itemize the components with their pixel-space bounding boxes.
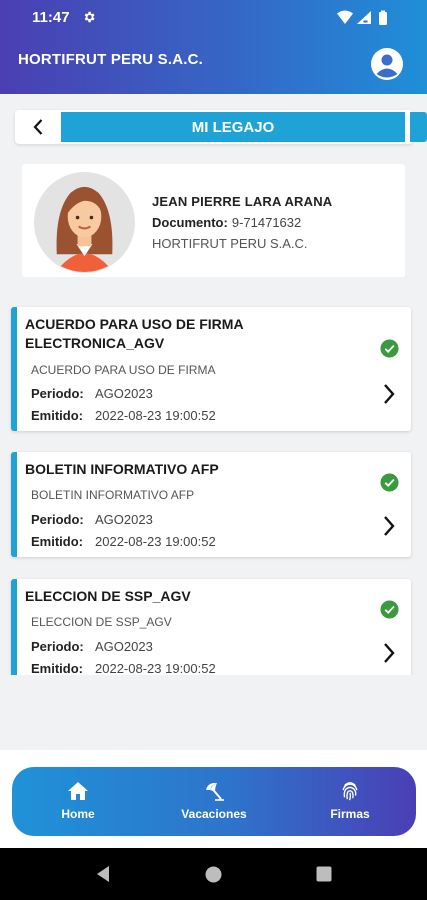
nav-vacations[interactable]: Vacaciones (159, 781, 269, 823)
nav-home-label: Home (61, 807, 95, 821)
user-account-icon[interactable] (370, 47, 404, 81)
chevron-right-icon[interactable] (381, 515, 397, 537)
period-value: AGO2023 (95, 386, 153, 401)
home-circle-icon[interactable] (205, 866, 222, 883)
document-subtitle: ELECCION DE SSP_AGV (31, 615, 172, 629)
app-header: 11:47 HORTIFRUT PERU S.A.C. (0, 0, 427, 94)
period-label: Periodo: (31, 639, 84, 654)
document-label: Documento: (152, 215, 228, 230)
chevron-right-icon[interactable] (381, 642, 397, 664)
nav-vacations-label: Vacaciones (181, 807, 247, 821)
nav-home[interactable]: Home (23, 781, 133, 823)
document-card[interactable]: ACUERDO PARA USO DE FIRMA ELECTRONICA_AG… (11, 307, 411, 431)
document-value: 9-71471632 (231, 215, 302, 230)
status-time: 11:47 (32, 9, 70, 26)
period-value: AGO2023 (95, 512, 153, 527)
recents-square-icon[interactable] (316, 866, 332, 882)
wifi-icon (337, 10, 353, 24)
back-triangle-icon[interactable] (95, 865, 111, 883)
page-title: MI LEGAJO (191, 118, 275, 136)
beach-umbrella-icon (206, 782, 224, 801)
document-issued: Emitido: 2022-08-23 19:00:52 (31, 534, 216, 549)
issued-value: 2022-08-23 19:00:52 (95, 534, 216, 549)
document-title: ACUERDO PARA USO DE FIRMA ELECTRONICA_AG… (25, 316, 244, 351)
app-title: HORTIFRUT PERU S.A.C. (18, 51, 204, 68)
avatar (33, 171, 136, 274)
bottom-navigation: Home Vacaciones Firmas (12, 767, 416, 836)
issued-value: 2022-08-23 19:00:52 (95, 661, 216, 675)
period-label: Periodo: (31, 512, 84, 527)
document-card[interactable]: BOLETIN INFORMATIVO AFP BOLETIN INFORMAT… (11, 452, 411, 557)
profile-card: JEAN PIERRE LARA ARANA Documento: 9-71471… (22, 164, 405, 277)
issued-label: Emitido: (31, 661, 83, 675)
documents-list: ACUERDO PARA USO DE FIRMA ELECTRONICA_AG… (0, 297, 427, 675)
document-title: ELECCION DE SSP_AGV (25, 588, 191, 604)
document-subtitle: BOLETIN INFORMATIVO AFP (31, 488, 195, 502)
document-id: Documento: 9-71471632 (152, 215, 301, 230)
back-button[interactable] (15, 110, 61, 144)
document-period: Periodo: AGO2023 (31, 639, 153, 654)
document-card[interactable]: ELECCION DE SSP_AGV ELECCION DE SSP_AGV … (11, 579, 411, 675)
nav-signatures-label: Firmas (330, 807, 370, 821)
system-navigation-bar (0, 848, 427, 900)
period-label: Periodo: (31, 386, 84, 401)
nav-signatures[interactable]: Firmas (295, 781, 405, 823)
document-title: BOLETIN INFORMATIVO AFP (25, 461, 219, 477)
check-circle-icon (380, 339, 399, 358)
employee-name: JEAN PIERRE LARA ARANA (152, 194, 333, 209)
settings-gear-icon (84, 11, 95, 23)
chevron-left-icon (33, 119, 43, 135)
chevron-right-icon[interactable] (381, 383, 397, 405)
fingerprint-icon (342, 782, 358, 801)
document-period: Periodo: AGO2023 (31, 512, 153, 527)
home-icon (68, 782, 88, 800)
issued-label: Emitido: (31, 534, 83, 549)
document-issued: Emitido: 2022-08-23 19:00:52 (31, 661, 216, 675)
page-title-banner: MI LEGAJO (61, 112, 405, 142)
document-subtitle: ACUERDO PARA USO DE FIRMA (31, 363, 216, 377)
check-circle-icon (380, 600, 399, 619)
document-period: Periodo: AGO2023 (31, 386, 153, 401)
status-bar: 11:47 (0, 0, 427, 36)
employee-company: HORTIFRUT PERU S.A.C. (152, 236, 308, 251)
page-title-bar: MI LEGAJO (15, 110, 427, 144)
status-icons (337, 10, 387, 25)
title-bar-end-accent (410, 112, 427, 142)
period-value: AGO2023 (95, 639, 153, 654)
document-issued: Emitido: 2022-08-23 19:00:52 (31, 408, 216, 423)
issued-value: 2022-08-23 19:00:52 (95, 408, 216, 423)
check-circle-icon (380, 473, 399, 492)
battery-icon (379, 12, 387, 25)
issued-label: Emitido: (31, 408, 83, 423)
